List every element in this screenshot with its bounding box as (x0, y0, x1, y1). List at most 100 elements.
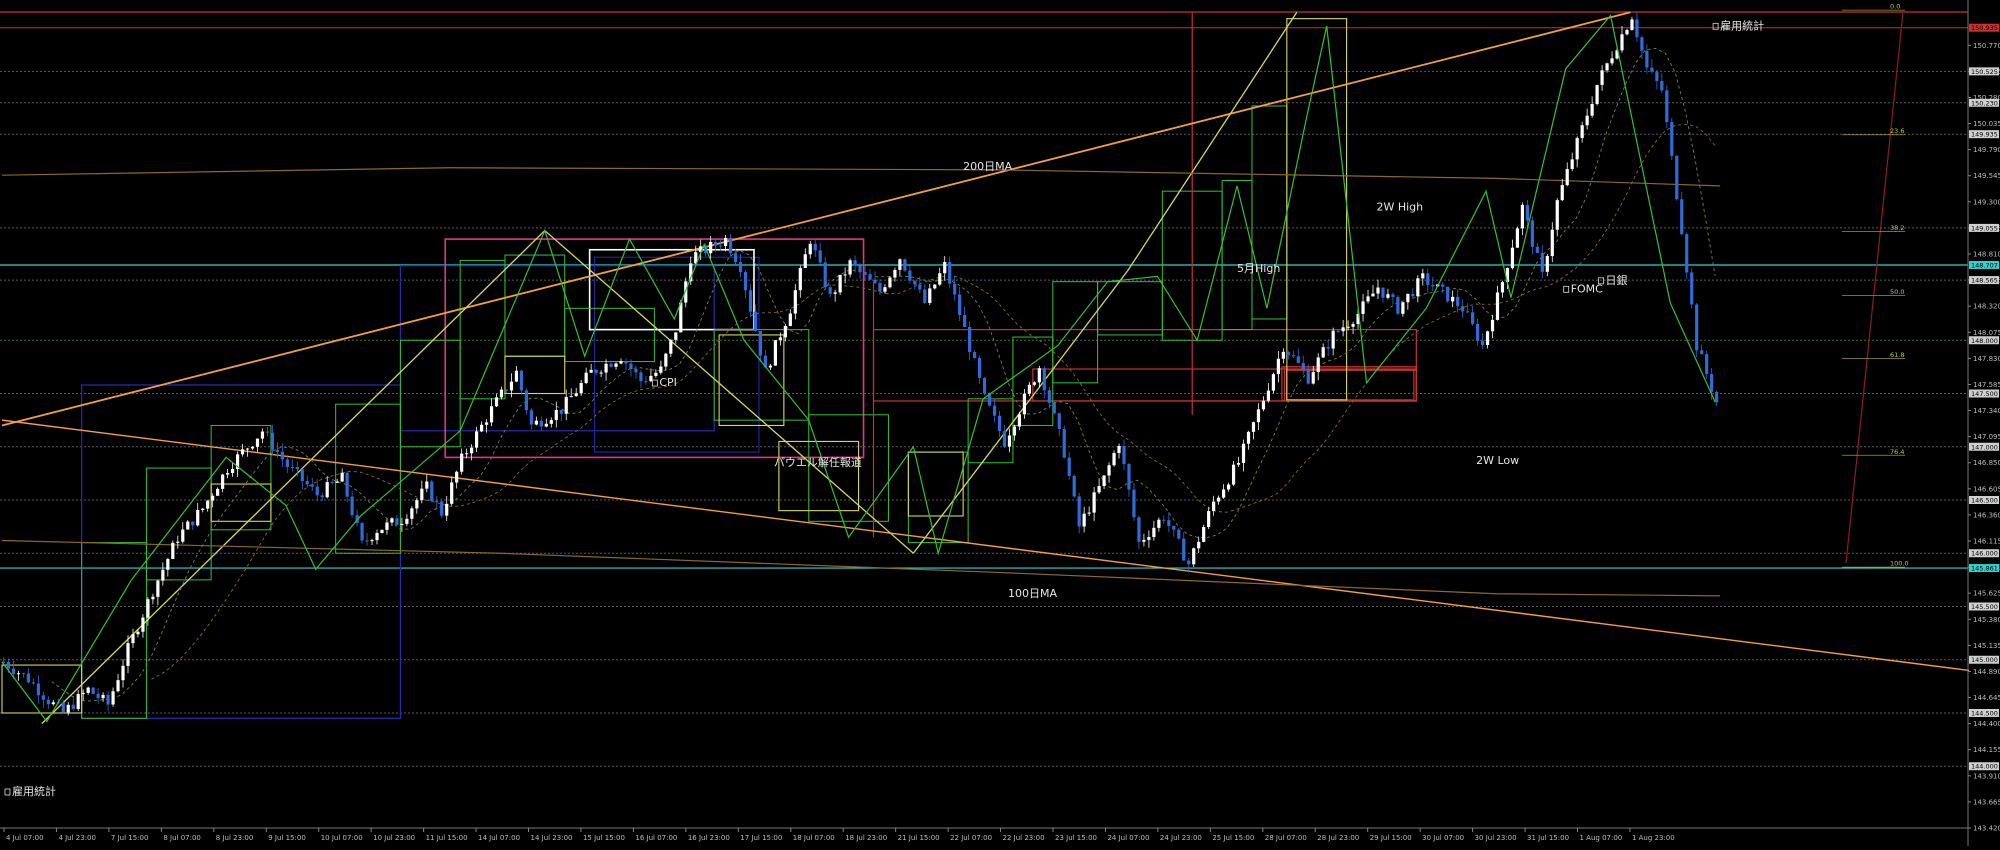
candle-body (1316, 357, 1320, 373)
candle-body (1236, 463, 1241, 465)
candle-body (1371, 293, 1375, 297)
x-tick-label: 28 Jul 23:00 (1317, 834, 1359, 842)
candle-body (320, 495, 324, 498)
candle-body (559, 409, 563, 414)
candle-body (380, 529, 384, 534)
candle-body (863, 272, 867, 275)
candle-body (36, 683, 40, 696)
candle-body (470, 447, 474, 454)
candle-body (1600, 70, 1604, 85)
x-tick-label: 22 Jul 07:00 (950, 834, 992, 842)
candle-body (1451, 296, 1455, 302)
candle-body (634, 368, 638, 373)
y-tick-label: 143.910 (1973, 772, 2000, 780)
candle-body (196, 510, 200, 526)
candle-body (878, 282, 882, 292)
candle-body (405, 518, 409, 524)
x-tick-label: 4 Jul 23:00 (58, 834, 96, 842)
candle-body (514, 370, 519, 382)
candle-body (1291, 355, 1295, 357)
fib-level-label: 50.0 (1890, 288, 1904, 296)
candle-body (1102, 475, 1106, 487)
candle-body (569, 396, 573, 398)
candle-body (724, 237, 728, 246)
price-chart[interactable]: 0.0 23.6 38.2 50.0 61.8 76.4 100.0 200日MA 2W Hi… (0, 0, 2000, 846)
candle-body (270, 432, 275, 450)
candle-body (1396, 297, 1400, 314)
candle-body (848, 260, 852, 275)
candle-body (305, 481, 309, 485)
x-tick-label: 4 Jul 07:00 (6, 834, 44, 842)
x-tick-label: 1 Aug 23:00 (1632, 834, 1675, 842)
y-tick-label: 145.380 (1973, 616, 2000, 624)
candle-body (1406, 293, 1410, 303)
candle-body (504, 389, 509, 391)
y-tick-label: 149.300 (1973, 198, 2000, 206)
candle-body (1296, 356, 1300, 363)
candle-body (1202, 526, 1206, 542)
candle-body (1226, 484, 1231, 490)
candle-body (1466, 311, 1470, 313)
candle-body (365, 540, 369, 542)
candle-body (340, 472, 344, 482)
candle-body (659, 366, 663, 373)
candle-body (1331, 330, 1335, 349)
candle-body (738, 262, 743, 273)
chart-annotation: FOMC (1571, 282, 1603, 295)
x-tick-label: 18 Jul 07:00 (793, 834, 835, 842)
candle-body (31, 682, 35, 684)
candle-body (1560, 185, 1564, 201)
chart-canvas[interactable]: 0.0 23.6 38.2 50.0 61.8 76.4 100.0 200日MA 2W Hi… (0, 0, 2000, 846)
candle-body (1540, 252, 1544, 272)
candle-body (335, 481, 339, 483)
candle-body (101, 694, 105, 699)
candle-body (1625, 30, 1629, 35)
y-tick-label: 146.850 (1973, 459, 2000, 467)
x-tick-label: 25 Jul 15:00 (1212, 834, 1254, 842)
price-level-tag-label: 150.935 (1971, 24, 1998, 32)
y-tick-label: 149.545 (1973, 172, 2000, 180)
candle-body (1212, 501, 1216, 512)
candle-body (1082, 513, 1086, 527)
candle-body (430, 481, 434, 502)
candle-body (614, 363, 618, 367)
candle-body (1271, 374, 1275, 391)
candle-body (913, 280, 917, 285)
candle-body (1500, 282, 1505, 293)
candle-body (1530, 220, 1534, 247)
price-level-tag-label: 148.000 (1971, 337, 1998, 345)
candle-body (250, 446, 255, 449)
fib-level-label: 61.8 (1890, 351, 1904, 359)
candle-body (1037, 368, 1041, 383)
candle-body (1057, 413, 1061, 430)
price-level-tag-label: 150.230 (1971, 99, 1998, 107)
candle-body (1167, 520, 1171, 526)
candle-body (1645, 50, 1649, 68)
candle-body (1256, 409, 1261, 423)
candle-body (539, 420, 543, 427)
candle-body (1062, 429, 1066, 458)
candle-body (1715, 391, 1719, 403)
candle-body (465, 453, 469, 455)
chart-annotation: 2W Low (1476, 454, 1519, 467)
candle-body (494, 397, 499, 407)
candle-body (1580, 125, 1584, 139)
candle-body (853, 260, 857, 266)
candle-body (803, 254, 807, 268)
candle-body (1426, 273, 1430, 286)
candle-body (1575, 138, 1579, 160)
candle-body (6, 661, 11, 669)
candle-body (1147, 537, 1151, 540)
x-tick-label: 10 Jul 07:00 (321, 834, 363, 842)
y-tick-label: 149.790 (1973, 146, 2000, 154)
y-tick-label: 145.625 (1973, 590, 2000, 598)
candle-body (619, 361, 623, 364)
price-level-tag-label: 148.707 (1971, 261, 1998, 269)
candle-body (310, 484, 314, 487)
candle-body (395, 518, 399, 525)
candle-body (1650, 67, 1654, 72)
candle-body (400, 523, 404, 525)
candle-body (783, 325, 787, 338)
candle-body (1441, 284, 1445, 287)
candle-body (1510, 247, 1515, 269)
